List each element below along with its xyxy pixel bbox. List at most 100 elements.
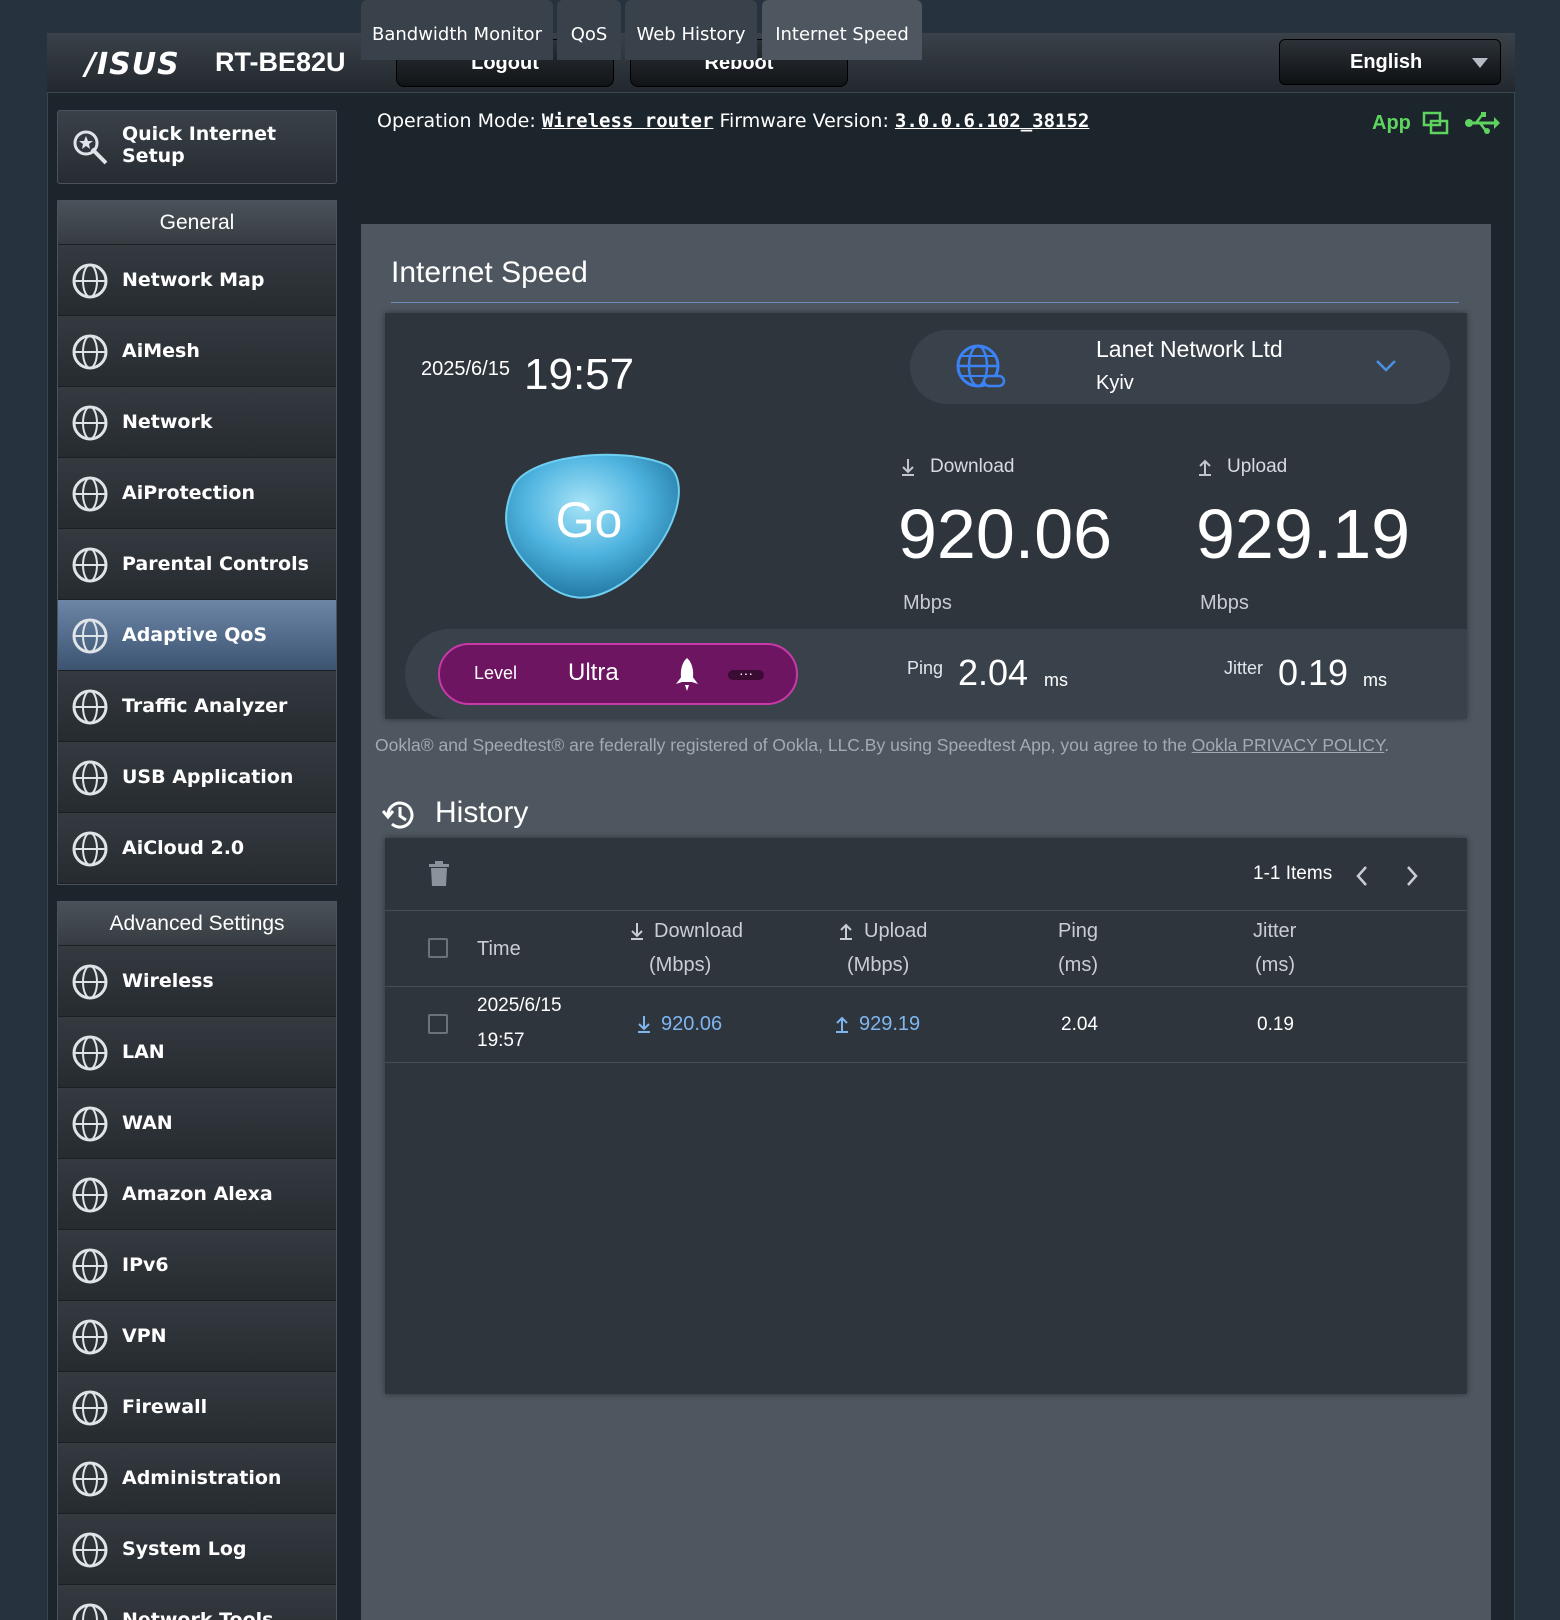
page-title: Internet Speed xyxy=(391,256,588,289)
chevron-right-icon[interactable] xyxy=(1404,864,1420,888)
sidebar-item-amazon-alexa[interactable]: Amazon Alexa xyxy=(58,1159,336,1230)
server-name: Lanet Network Ltd xyxy=(1096,336,1283,362)
usb-icon xyxy=(68,756,112,800)
quick-internet-setup-button[interactable]: Quick Internet Setup xyxy=(57,110,337,184)
sidebar-item-aiprotection[interactable]: AiProtection xyxy=(58,458,336,529)
alexa-icon xyxy=(68,1173,112,1217)
col-jitter-unit: (ms) xyxy=(1255,954,1295,976)
aimesh-icon xyxy=(68,330,112,374)
usb-status-icon[interactable] xyxy=(1464,110,1500,136)
sidebar-item-aicloud-2-0[interactable]: AiCloud 2.0 xyxy=(58,813,336,884)
sidebar-item-network-map[interactable]: Network Map xyxy=(58,245,336,316)
sidebar-item-wireless[interactable]: Wireless xyxy=(58,946,336,1017)
sidebar-item-aimesh[interactable]: AiMesh xyxy=(58,316,336,387)
globe-link-icon xyxy=(956,344,1006,388)
wireless-icon xyxy=(68,960,112,1004)
tab-web-history[interactable]: Web History xyxy=(625,0,757,60)
rocket-icon xyxy=(676,658,698,691)
network-map-icon xyxy=(68,259,112,303)
server-select[interactable]: Lanet Network Ltd Kyiv xyxy=(910,330,1450,404)
sidebar-item-label: System Log xyxy=(122,1538,247,1560)
firewall-icon xyxy=(68,1386,112,1430)
sidebar-item-lan[interactable]: LAN xyxy=(58,1017,336,1088)
sidebar-item-label: Amazon Alexa xyxy=(122,1183,273,1205)
upload-arrow-icon xyxy=(840,923,852,940)
language-value: English xyxy=(1350,51,1423,73)
model-name: RT-BE82U xyxy=(215,47,346,77)
disclaimer-text: Ookla® and Speedtest® are federally regi… xyxy=(375,735,1192,755)
tab-internet-speed[interactable]: Internet Speed xyxy=(762,0,922,60)
go-button[interactable]: Go xyxy=(492,445,692,605)
row-divider xyxy=(385,1062,1467,1063)
level-selector[interactable]: Level Ultra ··· xyxy=(438,643,798,705)
sidebar-item-label: Firewall xyxy=(122,1396,208,1418)
sidebar-item-wan[interactable]: WAN xyxy=(58,1088,336,1159)
download-arrow-icon xyxy=(902,459,914,476)
chevron-down-icon xyxy=(1472,58,1488,68)
col-ping: Ping xyxy=(1058,920,1099,942)
quick-setup-label: Quick Internet Setup xyxy=(122,123,277,167)
col-ping-unit: (ms) xyxy=(1058,954,1098,976)
jitter-unit: ms xyxy=(1363,670,1387,690)
col-jitter: Jitter xyxy=(1253,920,1297,942)
sidebar-item-label: Traffic Analyzer xyxy=(122,695,288,717)
chevron-left-icon[interactable] xyxy=(1354,864,1370,888)
row-checkbox[interactable] xyxy=(428,1014,448,1034)
privacy-policy-link[interactable]: Ookla PRIVACY POLICY xyxy=(1192,735,1385,755)
network-tools-icon xyxy=(68,1599,112,1620)
server-city: Kyiv xyxy=(1096,372,1134,394)
sidebar-item-traffic-analyzer[interactable]: Traffic Analyzer xyxy=(58,671,336,742)
trash-icon[interactable] xyxy=(428,861,450,887)
download-arrow-icon xyxy=(638,1016,650,1033)
sidebar-item-label: Administration xyxy=(122,1467,282,1489)
app-link[interactable]: App xyxy=(1372,112,1411,135)
level-more-button[interactable]: ··· xyxy=(728,666,764,680)
tab-qos[interactable]: QoS xyxy=(557,0,621,60)
test-date: 2025/6/15 xyxy=(421,358,510,380)
advanced-group: Advanced Settings Wireless LAN WAN Amazon A… xyxy=(57,901,337,1620)
op-mode-link[interactable]: Wireless router xyxy=(542,110,714,132)
history-icon xyxy=(381,801,414,829)
sidebar-item-label: Parental Controls xyxy=(122,553,309,575)
col-upload: Upload xyxy=(864,920,928,942)
chevron-down-icon xyxy=(1376,360,1396,372)
status-line: Operation Mode: Wireless router Firmware… xyxy=(377,110,1089,132)
sidebar-item-parental-controls[interactable]: Parental Controls xyxy=(58,529,336,600)
row-jitter: 0.19 xyxy=(1257,1014,1294,1035)
row-date: 2025/6/15 xyxy=(477,995,562,1016)
title-divider xyxy=(391,302,1459,303)
history-title: History xyxy=(435,796,529,829)
sidebar-item-ipv6[interactable]: IPv6 xyxy=(58,1230,336,1301)
asus-logo: /ISUS xyxy=(85,47,180,82)
items-count: 1-1 Items xyxy=(1253,863,1333,884)
general-group: General Network Map AiMesh Network AiProtec… xyxy=(57,200,337,885)
col-download: Download xyxy=(654,920,743,942)
sidebar-item-usb-application[interactable]: USB Application xyxy=(58,742,336,813)
wan-icon xyxy=(68,1102,112,1146)
sidebar-item-network-tools[interactable]: Network Tools xyxy=(58,1585,336,1620)
firmware-link[interactable]: 3.0.0.6.102_38152 xyxy=(895,110,1089,132)
upload-unit: Mbps xyxy=(1200,592,1249,614)
sidebar-item-network[interactable]: Network xyxy=(58,387,336,458)
ping-value: 2.04 xyxy=(958,652,1029,693)
vpn-icon xyxy=(68,1315,112,1359)
tab-bandwidth-monitor[interactable]: Bandwidth Monitor xyxy=(361,0,553,60)
col-download-unit: (Mbps) xyxy=(649,954,712,976)
advanced-title: Advanced Settings xyxy=(58,902,336,946)
go-label: Go xyxy=(556,492,623,548)
ookla-disclaimer: Ookla® and Speedtest® are federally regi… xyxy=(375,735,1389,756)
sidebar-item-adaptive-qos[interactable]: Adaptive QoS xyxy=(58,600,336,671)
traffic-analyzer-icon xyxy=(68,685,112,729)
sidebar-item-firewall[interactable]: Firewall xyxy=(58,1372,336,1443)
sidebar-item-system-log[interactable]: System Log xyxy=(58,1514,336,1585)
system-log-icon xyxy=(68,1528,112,1572)
language-select[interactable]: English xyxy=(1279,39,1501,85)
disclaimer-end: . xyxy=(1384,735,1390,755)
select-all-checkbox[interactable] xyxy=(428,938,448,958)
screens-icon[interactable] xyxy=(1422,110,1450,138)
administration-icon xyxy=(68,1457,112,1501)
download-arrow-icon xyxy=(631,923,643,940)
ping-unit: ms xyxy=(1044,670,1068,690)
sidebar-item-vpn[interactable]: VPN xyxy=(58,1301,336,1372)
sidebar-item-administration[interactable]: Administration xyxy=(58,1443,336,1514)
